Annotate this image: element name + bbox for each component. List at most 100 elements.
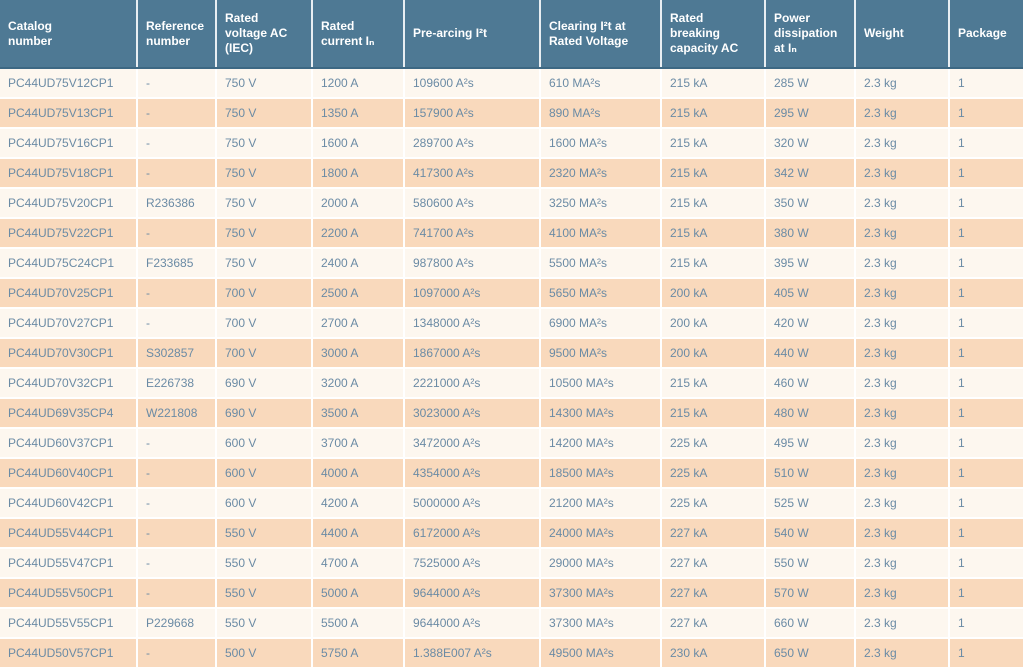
cell-power-dissipation: 405 W xyxy=(765,278,855,308)
cell-rated-current: 1200 A xyxy=(312,68,404,98)
cell-power-dissipation: 495 W xyxy=(765,428,855,458)
cell-package: 1 xyxy=(949,128,1023,158)
cell-rated-voltage-ac: 550 V xyxy=(216,578,312,608)
cell-catalog-number: PC44UD60V37CP1 xyxy=(0,428,137,458)
cell-weight: 2.3 kg xyxy=(855,518,949,548)
cell-pre-arcing-i2t: 1348000 A²s xyxy=(404,308,540,338)
cell-reference-number: - xyxy=(137,488,216,518)
cell-weight: 2.3 kg xyxy=(855,608,949,638)
cell-clearing-i2t: 14200 MA²s xyxy=(540,428,661,458)
cell-clearing-i2t: 10500 MA²s xyxy=(540,368,661,398)
cell-pre-arcing-i2t: 6172000 A²s xyxy=(404,518,540,548)
cell-reference-number: - xyxy=(137,428,216,458)
cell-package: 1 xyxy=(949,98,1023,128)
cell-rated-current: 3500 A xyxy=(312,398,404,428)
cell-rated-current: 5000 A xyxy=(312,578,404,608)
cell-rated-current: 1600 A xyxy=(312,128,404,158)
cell-rated-breaking-capacity: 227 kA xyxy=(661,578,765,608)
cell-rated-voltage-ac: 700 V xyxy=(216,308,312,338)
cell-rated-breaking-capacity: 227 kA xyxy=(661,608,765,638)
cell-weight: 2.3 kg xyxy=(855,458,949,488)
cell-rated-breaking-capacity: 230 kA xyxy=(661,638,765,667)
cell-package: 1 xyxy=(949,458,1023,488)
cell-reference-number: - xyxy=(137,68,216,98)
column-header-rated-voltage-ac: Rated voltage AC (IEC) xyxy=(216,0,312,68)
cell-pre-arcing-i2t: 4354000 A²s xyxy=(404,458,540,488)
cell-catalog-number: PC44UD55V55CP1 xyxy=(0,608,137,638)
cell-catalog-number: PC44UD75V18CP1 xyxy=(0,158,137,188)
cell-rated-current: 2700 A xyxy=(312,308,404,338)
cell-clearing-i2t: 14300 MA²s xyxy=(540,398,661,428)
cell-catalog-number: PC44UD70V32CP1 xyxy=(0,368,137,398)
cell-pre-arcing-i2t: 9644000 A²s xyxy=(404,608,540,638)
column-header-rated-current: Rated current Iₙ xyxy=(312,0,404,68)
cell-catalog-number: PC44UD55V47CP1 xyxy=(0,548,137,578)
cell-rated-voltage-ac: 700 V xyxy=(216,278,312,308)
cell-weight: 2.3 kg xyxy=(855,188,949,218)
cell-catalog-number: PC44UD69V35CP4 xyxy=(0,398,137,428)
cell-pre-arcing-i2t: 3472000 A²s xyxy=(404,428,540,458)
cell-reference-number: E226738 xyxy=(137,368,216,398)
table-row: PC44UD75V16CP1-750 V1600 A289700 A²s1600… xyxy=(0,128,1023,158)
cell-power-dissipation: 510 W xyxy=(765,458,855,488)
cell-rated-voltage-ac: 600 V xyxy=(216,428,312,458)
cell-catalog-number: PC44UD55V44CP1 xyxy=(0,518,137,548)
cell-power-dissipation: 350 W xyxy=(765,188,855,218)
cell-package: 1 xyxy=(949,338,1023,368)
cell-rated-current: 3700 A xyxy=(312,428,404,458)
cell-pre-arcing-i2t: 741700 A²s xyxy=(404,218,540,248)
cell-clearing-i2t: 49500 MA²s xyxy=(540,638,661,667)
cell-catalog-number: PC44UD75C24CP1 xyxy=(0,248,137,278)
cell-power-dissipation: 570 W xyxy=(765,578,855,608)
cell-rated-breaking-capacity: 215 kA xyxy=(661,398,765,428)
cell-reference-number: - xyxy=(137,128,216,158)
cell-catalog-number: PC44UD75V12CP1 xyxy=(0,68,137,98)
cell-pre-arcing-i2t: 1.388E007 A²s xyxy=(404,638,540,667)
cell-clearing-i2t: 610 MA²s xyxy=(540,68,661,98)
table-row: PC44UD55V50CP1-550 V5000 A9644000 A²s373… xyxy=(0,578,1023,608)
cell-rated-voltage-ac: 750 V xyxy=(216,218,312,248)
cell-rated-breaking-capacity: 215 kA xyxy=(661,248,765,278)
cell-pre-arcing-i2t: 1097000 A²s xyxy=(404,278,540,308)
cell-reference-number: S302857 xyxy=(137,338,216,368)
cell-power-dissipation: 550 W xyxy=(765,548,855,578)
cell-clearing-i2t: 6900 MA²s xyxy=(540,308,661,338)
table-row: PC44UD69V35CP4W221808690 V3500 A3023000 … xyxy=(0,398,1023,428)
cell-weight: 2.3 kg xyxy=(855,428,949,458)
cell-rated-voltage-ac: 690 V xyxy=(216,368,312,398)
column-header-clearing-i2t: Clearing I²t at Rated Voltage xyxy=(540,0,661,68)
cell-clearing-i2t: 890 MA²s xyxy=(540,98,661,128)
cell-power-dissipation: 440 W xyxy=(765,338,855,368)
cell-pre-arcing-i2t: 5000000 A²s xyxy=(404,488,540,518)
table-row: PC44UD55V47CP1-550 V4700 A7525000 A²s290… xyxy=(0,548,1023,578)
table-row: PC44UD60V37CP1-600 V3700 A3472000 A²s142… xyxy=(0,428,1023,458)
cell-clearing-i2t: 9500 MA²s xyxy=(540,338,661,368)
cell-pre-arcing-i2t: 289700 A²s xyxy=(404,128,540,158)
cell-power-dissipation: 660 W xyxy=(765,608,855,638)
cell-rated-breaking-capacity: 225 kA xyxy=(661,488,765,518)
cell-weight: 2.3 kg xyxy=(855,548,949,578)
cell-catalog-number: PC44UD55V50CP1 xyxy=(0,578,137,608)
cell-power-dissipation: 460 W xyxy=(765,368,855,398)
cell-power-dissipation: 420 W xyxy=(765,308,855,338)
cell-rated-breaking-capacity: 215 kA xyxy=(661,218,765,248)
cell-rated-current: 2200 A xyxy=(312,218,404,248)
cell-catalog-number: PC44UD70V27CP1 xyxy=(0,308,137,338)
cell-power-dissipation: 342 W xyxy=(765,158,855,188)
cell-weight: 2.3 kg xyxy=(855,98,949,128)
cell-power-dissipation: 395 W xyxy=(765,248,855,278)
table-row: PC44UD75V12CP1-750 V1200 A109600 A²s610 … xyxy=(0,68,1023,98)
cell-weight: 2.3 kg xyxy=(855,338,949,368)
cell-package: 1 xyxy=(949,488,1023,518)
cell-rated-voltage-ac: 550 V xyxy=(216,608,312,638)
cell-weight: 2.3 kg xyxy=(855,638,949,667)
cell-reference-number: - xyxy=(137,518,216,548)
cell-catalog-number: PC44UD70V30CP1 xyxy=(0,338,137,368)
table-body: PC44UD75V12CP1-750 V1200 A109600 A²s610 … xyxy=(0,68,1023,667)
cell-rated-voltage-ac: 600 V xyxy=(216,458,312,488)
cell-catalog-number: PC44UD75V22CP1 xyxy=(0,218,137,248)
cell-rated-current: 2400 A xyxy=(312,248,404,278)
cell-rated-breaking-capacity: 227 kA xyxy=(661,518,765,548)
cell-reference-number: - xyxy=(137,578,216,608)
cell-rated-voltage-ac: 750 V xyxy=(216,128,312,158)
